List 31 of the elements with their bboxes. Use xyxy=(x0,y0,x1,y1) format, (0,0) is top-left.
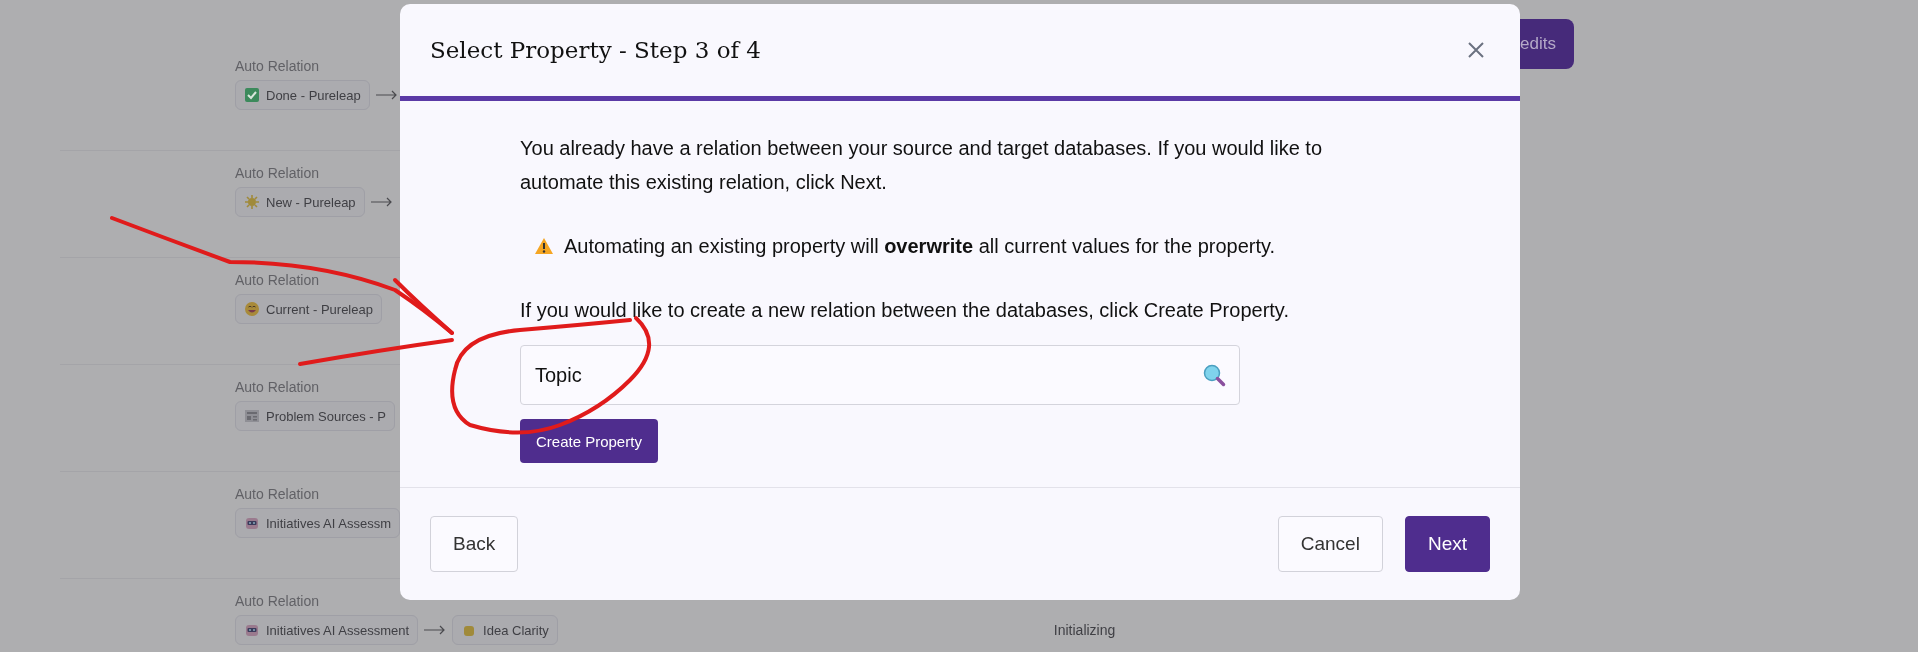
dialog-title: Select Property - Step 3 of 4 xyxy=(430,37,761,63)
create-property-button[interactable]: Create Property xyxy=(520,419,658,463)
search-icon xyxy=(1202,363,1226,387)
relation-label: Auto Relation xyxy=(235,486,321,502)
newspaper-icon xyxy=(244,408,260,424)
warning-icon xyxy=(534,237,554,255)
hint-text: If you would like to create a new relation between the databases, click Create Property. xyxy=(520,298,1289,323)
database-chip[interactable]: Done - Pureleap xyxy=(235,80,370,110)
sun-icon xyxy=(244,194,260,210)
database-chip[interactable]: New - Pureleap xyxy=(235,187,365,217)
intro-text: You already have a relation between your source and target databases. If you would like to automate this existing relation, click Next. xyxy=(520,136,1323,195)
status-text: Initializing xyxy=(1053,622,1116,638)
database-chip[interactable]: Current - Pureleap xyxy=(235,294,382,324)
database-chip[interactable]: Idea Clarity xyxy=(452,615,558,645)
checkmark-icon xyxy=(244,87,260,103)
search-field[interactable]: Topic xyxy=(520,345,1240,405)
warning-text: Automating an existing property will overwrite all current values for the property. xyxy=(564,234,1276,259)
robot-icon xyxy=(244,622,260,638)
smiley-icon xyxy=(244,301,260,317)
robot-icon xyxy=(244,515,260,531)
relation-label: Auto Relation xyxy=(235,272,321,288)
database-chip[interactable]: Initiatives AI Assessment xyxy=(235,615,419,645)
relation-label: Auto Relation xyxy=(235,165,321,181)
cancel-button[interactable]: Cancel xyxy=(1277,516,1383,572)
next-button[interactable]: Next xyxy=(1404,516,1490,572)
relation-label: Auto Relation xyxy=(235,593,321,609)
database-chip[interactable]: Initiatives AI Assessm xyxy=(235,508,400,538)
relation-label: Auto Relation xyxy=(235,58,321,74)
database-chip[interactable]: Problem Sources - P xyxy=(235,401,395,431)
relation-label: Auto Relation xyxy=(235,379,321,395)
back-button[interactable]: Back xyxy=(430,516,519,572)
